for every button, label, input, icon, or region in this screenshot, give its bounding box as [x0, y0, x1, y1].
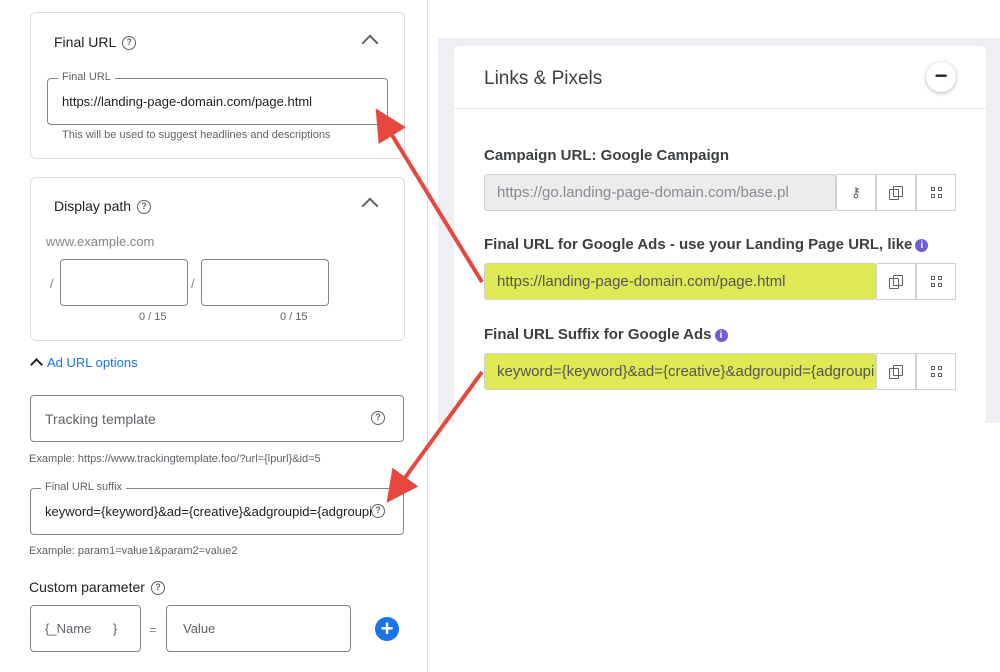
google-ads-panel: Final URL? Final URL https://landing-pag…: [0, 0, 428, 672]
copy-icon: [889, 364, 903, 379]
help-icon[interactable]: ?: [137, 200, 152, 215]
key-button[interactable]: ⚷: [836, 174, 876, 211]
path2-counter: 0 / 15: [280, 311, 308, 323]
path-slash-2: /: [191, 276, 195, 291]
equals-sign: =: [149, 622, 157, 637]
grid-icon: [930, 366, 942, 377]
final-url-ads-label: Final URL for Google Ads - use your Land…: [484, 236, 929, 253]
copy-icon: [889, 185, 903, 200]
final-url-suffix-value: keyword={keyword}&ad={creative}&adgroupi…: [45, 504, 371, 519]
add-parameter-button[interactable]: +: [375, 617, 399, 641]
tracking-template-field[interactable]: Tracking template ?: [30, 395, 404, 442]
custom-param-name-field[interactable]: {_Name }: [30, 605, 141, 652]
final-url-title-text: Final URL: [54, 34, 117, 50]
final-url-suffix-ads-input[interactable]: keyword={keyword}&ad={creative}&adgroupi…: [484, 353, 876, 390]
tracking-template-placeholder: Tracking template: [45, 411, 156, 427]
final-url-suffix-label: Final URL suffix: [41, 481, 127, 493]
ad-url-options-label: Ad URL options: [47, 355, 138, 370]
final-url-suffix-example: Example: param1=value1&param2=value2: [29, 545, 238, 557]
final-url-field[interactable]: Final URL https://landing-page-domain.co…: [47, 71, 388, 125]
info-icon[interactable]: i: [915, 239, 929, 252]
collapse-button[interactable]: −: [926, 62, 956, 92]
display-path-card-title: Display path?: [54, 198, 152, 215]
final-url-field-label: Final URL: [58, 71, 115, 83]
custom-parameter-title: Custom parameter?: [29, 579, 165, 596]
links-pixels-title: Links & Pixels: [484, 68, 603, 89]
links-pixels-card: Links & Pixels − Campaign URL: Google Ca…: [454, 46, 986, 423]
grid-button[interactable]: [916, 353, 956, 390]
copy-icon: [889, 274, 903, 289]
divider: [454, 108, 986, 109]
final-url-suffix-ads-label: Final URL Suffix for Google Ads i: [484, 326, 728, 343]
display-path-card: Display path? www.example.com / 0 / 15 /…: [30, 177, 405, 341]
final-url-hint: This will be used to suggest headlines a…: [62, 129, 331, 141]
help-icon[interactable]: ?: [122, 36, 137, 51]
copy-button[interactable]: [876, 263, 916, 300]
path-slash-1: /: [50, 276, 54, 291]
copy-button[interactable]: [876, 353, 916, 390]
grid-button[interactable]: [916, 174, 956, 211]
path2-input[interactable]: [201, 259, 329, 306]
tracking-template-example: Example: https://www.trackingtemplate.fo…: [29, 453, 321, 465]
path1-input[interactable]: [60, 259, 188, 306]
grid-button[interactable]: [916, 263, 956, 300]
custom-param-name-placeholder: {_Name }: [45, 621, 118, 636]
campaign-url-input: https://go.landing-page-domain.com/base.…: [484, 174, 836, 211]
final-url-ads-label-text: Final URL for Google Ads - use your Land…: [484, 236, 913, 253]
final-url-ads-input[interactable]: https://landing-page-domain.com/page.htm…: [484, 263, 876, 300]
key-icon: ⚷: [850, 184, 862, 200]
final-url-field-value: https://landing-page-domain.com/page.htm…: [62, 94, 313, 109]
custom-param-value-field[interactable]: Value: [166, 605, 351, 652]
custom-param-value-placeholder: Value: [183, 621, 216, 636]
custom-parameter-title-text: Custom parameter: [29, 579, 145, 595]
display-domain: www.example.com: [46, 234, 155, 249]
help-icon[interactable]: ?: [371, 504, 385, 518]
chevron-up-icon[interactable]: [361, 197, 379, 215]
help-icon[interactable]: ?: [371, 411, 385, 425]
copy-button[interactable]: [876, 174, 916, 211]
ad-url-options-toggle[interactable]: Ad URL options: [28, 354, 158, 374]
path1-counter: 0 / 15: [139, 311, 167, 323]
help-icon[interactable]: ?: [150, 581, 165, 596]
campaign-url-label: Campaign URL: Google Campaign: [484, 147, 730, 164]
final-url-card: Final URL? Final URL https://landing-pag…: [30, 12, 405, 159]
grid-icon: [930, 276, 942, 287]
display-path-title-text: Display path: [54, 198, 132, 214]
info-icon[interactable]: i: [714, 329, 728, 342]
chevron-up-icon[interactable]: [361, 34, 379, 52]
chevron-up-icon: [30, 358, 43, 371]
final-url-card-title: Final URL?: [54, 34, 137, 51]
final-url-suffix-ads-label-text: Final URL Suffix for Google Ads: [484, 326, 712, 343]
final-url-suffix-field[interactable]: Final URL suffix keyword={keyword}&ad={c…: [30, 481, 404, 535]
grid-icon: [930, 187, 942, 198]
